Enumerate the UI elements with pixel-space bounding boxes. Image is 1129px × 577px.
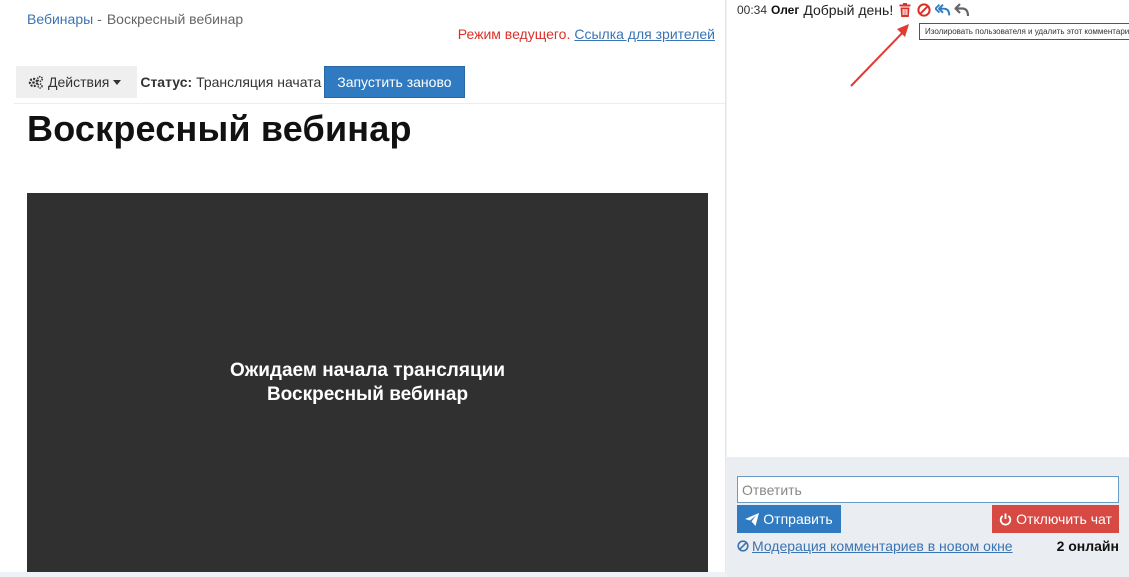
mode-line: Режим ведущего. Ссылка для зрителей xyxy=(458,26,715,42)
status-label: Статус: xyxy=(140,74,193,90)
player-webinar-name: Воскресный вебинар xyxy=(266,383,469,405)
breadcrumb-webinars-link[interactable]: Вебинары xyxy=(27,11,93,27)
paper-plane-icon xyxy=(745,512,763,526)
ban-tooltip: Изолировать пользователя и удалить этот … xyxy=(919,23,1129,40)
gears-icon xyxy=(28,75,48,89)
online-count: 2 онлайн xyxy=(1056,538,1119,554)
message-time: 00:34 xyxy=(737,3,768,17)
toolbar: Действия Статус: Трансляция начата Запус… xyxy=(16,66,465,98)
breadcrumb: Вебинары - Воскресный вебинар xyxy=(27,11,243,27)
caret-down-icon xyxy=(113,79,125,85)
actions-dropdown-button[interactable]: Действия xyxy=(16,66,138,98)
breadcrumb-separator: - xyxy=(97,11,102,27)
chat-panel: 00:34 Олег Добрый день! Изолировать поль… xyxy=(727,0,1129,577)
moderation-link[interactable]: Модерация комментариев в новом окне xyxy=(737,538,1013,554)
send-button[interactable]: Отправить xyxy=(737,505,841,533)
viewers-link[interactable]: Ссылка для зрителей xyxy=(574,26,715,42)
restart-button[interactable]: Запустить заново xyxy=(324,66,465,98)
breadcrumb-current: Воскресный вебинар xyxy=(106,11,244,27)
status-text: Статус: Трансляция начата xyxy=(140,74,321,90)
chat-messages[interactable]: 00:34 Олег Добрый день! Изолировать поль… xyxy=(727,0,1129,457)
page-title: Воскресный вебинар xyxy=(27,108,412,149)
main-panel: Вебинары - Воскресный вебинар Режим ведуще… xyxy=(0,0,726,572)
ban-icon[interactable] xyxy=(916,2,932,18)
moderation-link-label: Модерация комментариев в новом окне xyxy=(752,538,1013,554)
ban-icon xyxy=(737,540,752,552)
header-divider xyxy=(14,103,725,104)
host-mode-label: Режим ведущего. xyxy=(457,26,571,42)
reply-input[interactable] xyxy=(737,476,1119,503)
chat-footer: Отправить Отключить чат Модерация коммен… xyxy=(727,457,1129,577)
disable-chat-label: Отключить чат xyxy=(1016,511,1112,527)
reply-all-icon[interactable] xyxy=(935,2,951,18)
video-player[interactable]: Ожидаем начала трансляции Воскресный веб… xyxy=(27,193,708,572)
disable-chat-button[interactable]: Отключить чат xyxy=(992,505,1119,533)
status-value: Трансляция начата xyxy=(196,74,322,90)
player-waiting-text: Ожидаем начала трансляции xyxy=(229,359,505,381)
send-label: Отправить xyxy=(763,511,833,527)
message-author: Олег xyxy=(771,3,800,17)
annotation-arrow xyxy=(850,24,909,87)
power-icon xyxy=(999,513,1016,526)
reply-icon[interactable] xyxy=(954,2,970,18)
actions-label: Действия xyxy=(48,74,110,90)
